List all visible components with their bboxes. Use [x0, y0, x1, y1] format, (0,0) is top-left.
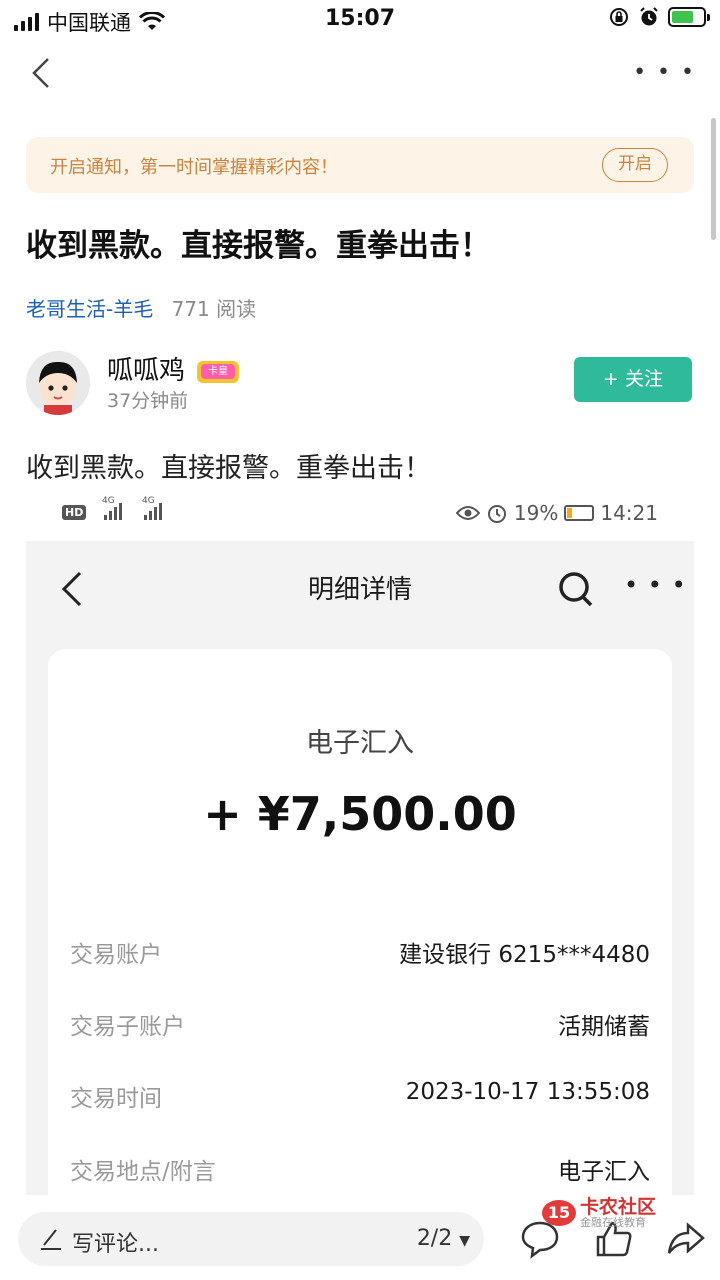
avatar-image [26, 351, 90, 415]
alarm-icon [640, 7, 658, 26]
back-icon[interactable] [26, 56, 60, 90]
transaction-card: 电子汇入 + ¥7,500.00 交易账户 建设银行 6215***4480 交… [48, 649, 672, 1195]
page-indicator: 2/2 [416, 1226, 453, 1251]
scroll-indicator [711, 118, 716, 240]
author-name-text: 呱呱鸡 [107, 356, 186, 386]
chevron-down-icon: ▼ [459, 1233, 470, 1249]
watermark-badge: 15 [542, 1200, 576, 1226]
detail-row: 交易地点/附言 电子汇入 [70, 1152, 650, 1192]
hd-icon: HD [62, 505, 87, 520]
post-time: 37分钟前 [107, 390, 189, 412]
crown-badge-icon: 卡皇 [197, 360, 240, 383]
transaction-type: 电子汇入 [306, 728, 414, 759]
embedded-screenshot: 明细详情 • • • 电子汇入 + ¥7,500.00 交易账户 建设银行 62… [26, 541, 694, 1195]
detail-row: 交易时间 2023-10-17 13:55:08 [70, 1079, 650, 1119]
share-icon[interactable] [666, 1219, 706, 1259]
embedded-status-bar: HD 4G 4G 19% 14:21 [26, 496, 694, 531]
more-options-icon[interactable]: • • • [633, 60, 696, 85]
network-label: 4G [142, 496, 155, 506]
follow-button[interactable]: + 关注 [574, 357, 692, 402]
signal-icon: 4G [102, 496, 122, 520]
orientation-lock-icon [610, 8, 628, 26]
comment-placeholder: 写评论... [72, 1232, 159, 1257]
battery-icon [564, 505, 595, 521]
post-meta: 老哥生活-羊毛 771 阅读 [26, 293, 256, 322]
page-selector[interactable]: 2/2 ▼ [417, 1226, 470, 1251]
enable-notification-button[interactable]: 开启 [602, 148, 668, 182]
status-right [608, 6, 710, 28]
more-options-icon: • • • [624, 571, 687, 599]
row-value: 电子汇入 [558, 1159, 650, 1185]
detail-row: 交易子账户 活期储蓄 [70, 1007, 650, 1047]
row-label: 交易账户 [70, 942, 162, 968]
comment-input[interactable]: 写评论... 2/2 ▼ [18, 1212, 484, 1266]
status-bar: 中国联通 15:07 [0, 0, 720, 40]
row-value: 活期储蓄 [558, 1014, 650, 1040]
post-title: 收到黑款。直接报警。重拳出击！ [26, 228, 491, 264]
embedded-time: 14:21 [600, 501, 658, 525]
embedded-status-right: 19% 14:21 [455, 501, 658, 525]
row-label: 交易时间 [70, 1086, 162, 1112]
post-body: 收到黑款。直接报警。重拳出击！ [26, 453, 431, 484]
battery-percent: 19% [513, 501, 559, 525]
row-value: 2023-10-17 13:55:08 [405, 1079, 650, 1105]
notification-text: 开启通知，第一时间掌握精彩内容！ [50, 157, 338, 178]
row-value: 建设银行 6215***4480 [399, 942, 650, 968]
row-label: 交易地点/附言 [70, 1159, 216, 1185]
watermark-subtitle: 金融在线教育 [580, 1216, 646, 1229]
notification-banner: 开启通知，第一时间掌握精彩内容！ 开启 [26, 137, 694, 193]
battery-icon [668, 7, 710, 27]
board-link[interactable]: 老哥生活-羊毛 [26, 297, 153, 321]
network-label: 4G [102, 496, 115, 506]
alarm-icon [487, 505, 506, 523]
watermark-logo: 15 卡农社区 金融在线教育 [542, 1190, 662, 1230]
transaction-amount: + ¥7,500.00 [203, 787, 517, 841]
search-icon [559, 572, 593, 607]
badge-label: 卡皇 [201, 363, 236, 379]
eye-icon [455, 506, 480, 520]
read-count: 771 阅读 [171, 297, 257, 321]
detail-row: 交易账户 建设银行 6215***4480 [70, 935, 650, 975]
author-name[interactable]: 呱呱鸡 卡皇 [107, 350, 240, 387]
signal-icon: 4G [142, 496, 162, 520]
avatar[interactable] [26, 351, 90, 415]
row-label: 交易子账户 [70, 1014, 185, 1040]
pen-icon [41, 1229, 61, 1250]
